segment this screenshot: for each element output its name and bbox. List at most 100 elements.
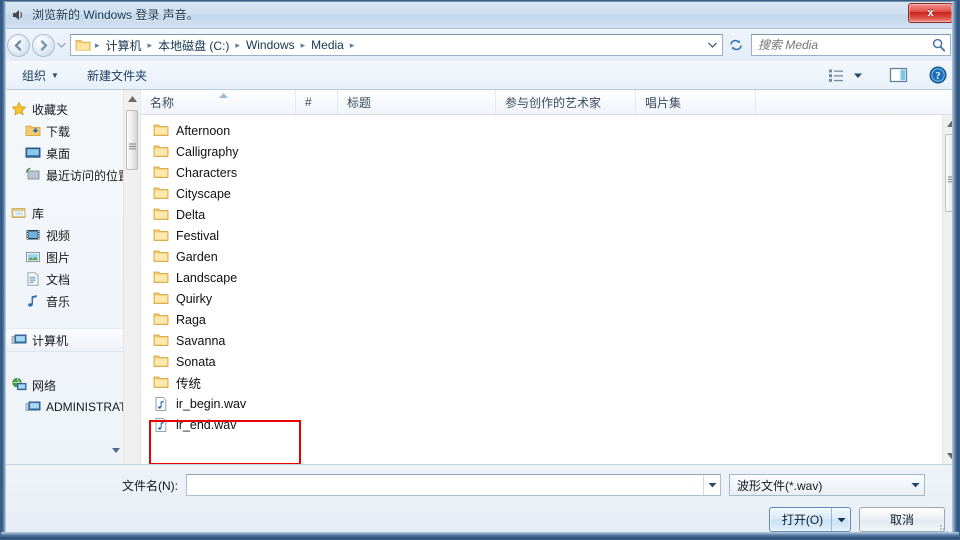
list-item[interactable]: Quirky <box>141 288 959 309</box>
sidebar-item-recent-places[interactable]: 最近访问的位置 <box>1 164 140 186</box>
close-button[interactable]: x <box>908 3 953 23</box>
filename-input[interactable] <box>187 478 703 492</box>
folder-icon <box>153 333 169 349</box>
sidebar-scrollbar[interactable] <box>123 90 140 464</box>
sidebar-item-administrator[interactable]: ADMINISTRATO <box>1 396 140 418</box>
list-item[interactable]: Savanna <box>141 330 959 351</box>
column-header-blank[interactable] <box>756 90 959 114</box>
sidebar-item-music[interactable]: 音乐 <box>1 290 140 312</box>
download-folder-icon <box>25 123 41 139</box>
list-item[interactable]: ir_begin.wav <box>141 393 959 414</box>
open-dropdown-chevron-down-icon[interactable] <box>831 508 850 531</box>
filename-dropdown-chevron-down-icon[interactable] <box>703 475 720 495</box>
search-input[interactable] <box>758 38 931 52</box>
file-name: Cityscape <box>176 186 231 201</box>
column-header-contributing-artists[interactable]: 参与创作的艺术家 <box>496 90 636 114</box>
view-list-icon[interactable] <box>823 64 849 86</box>
column-header-album[interactable]: 唱片集 <box>636 90 756 114</box>
address-dropdown-chevron-down-icon[interactable] <box>704 35 720 55</box>
list-item[interactable]: Garden <box>141 246 959 267</box>
back-button[interactable] <box>7 33 30 57</box>
list-item[interactable]: Sonata <box>141 351 959 372</box>
sidebar-item-computer[interactable]: 计算机 <box>1 328 140 352</box>
filename-combobox[interactable] <box>186 474 721 496</box>
sidebar-expand-chevron-down-icon[interactable] <box>112 446 120 455</box>
folder-icon <box>153 144 169 160</box>
file-type-filter-combobox[interactable]: 波形文件(*.wav) <box>729 474 925 496</box>
column-header-name[interactable]: 名称 <box>141 90 296 114</box>
sidebar-divider <box>1 352 140 374</box>
sidebar-item-libraries[interactable]: 库 <box>1 202 140 224</box>
sidebar-item-documents[interactable]: 文档 <box>1 268 140 290</box>
list-item[interactable]: ir_end.wav <box>141 414 959 435</box>
folder-icon <box>153 186 169 202</box>
sidebar-group-libraries: 库 视频 图片 文档 音乐 <box>1 202 140 312</box>
breadcrumb-item-0[interactable]: 计算机 <box>102 36 146 55</box>
breadcrumb-item-3[interactable]: Media <box>307 37 348 53</box>
sidebar-scrollbar-thumb[interactable] <box>126 110 138 170</box>
refresh-icon[interactable] <box>725 34 747 56</box>
sidebar-item-videos[interactable]: 视频 <box>1 224 140 246</box>
filename-label: 文件名(N): <box>122 478 178 493</box>
organize-button[interactable]: 组织 ▼ <box>15 64 66 87</box>
file-list: Afternoon Calligraphy Characters Citysca… <box>141 115 959 435</box>
navigation-pane: 收藏夹 下载 桌面 最近访问的位置 库 视频 图片 文档 音乐 计算机 网络 A… <box>1 90 141 464</box>
file-name: Festival <box>176 228 220 243</box>
dialog-body: 收藏夹 下载 桌面 最近访问的位置 库 视频 图片 文档 音乐 计算机 网络 A… <box>1 90 959 464</box>
file-name: 传统 <box>176 377 202 391</box>
sidebar-group-favorites: 收藏夹 下载 桌面 最近访问的位置 <box>1 98 140 186</box>
open-button[interactable]: 打开(O) <box>769 507 851 532</box>
file-name: Raga <box>176 312 206 327</box>
list-item[interactable]: Afternoon <box>141 120 959 141</box>
list-item[interactable]: Characters <box>141 162 959 183</box>
file-name: Calligraphy <box>176 144 239 159</box>
computer-icon <box>11 332 27 348</box>
list-item[interactable]: Cityscape <box>141 183 959 204</box>
breadcrumb-item-1[interactable]: 本地磁盘 (C:) <box>154 36 233 55</box>
list-item[interactable]: Festival <box>141 225 959 246</box>
view-dropdown-chevron-down-icon[interactable] <box>849 64 867 86</box>
list-item[interactable]: 传统 <box>141 372 959 393</box>
folder-icon <box>153 123 169 139</box>
search-box[interactable] <box>751 34 951 56</box>
sidebar-label: 收藏夹 <box>32 102 69 117</box>
filename-row: 文件名(N): 波形文件(*.wav) <box>1 473 947 497</box>
list-item[interactable]: Delta <box>141 204 959 225</box>
history-dropdown-chevron-down-icon[interactable] <box>55 35 67 55</box>
preview-pane-icon[interactable] <box>885 64 911 86</box>
help-icon[interactable]: ? <box>925 64 951 86</box>
file-name: Afternoon <box>176 123 231 138</box>
folder-icon <box>153 312 169 328</box>
column-header-track-number[interactable]: # <box>296 90 338 114</box>
file-name: Landscape <box>176 270 238 285</box>
new-folder-button[interactable]: 新建文件夹 <box>80 64 154 87</box>
breadcrumb-item-2[interactable]: Windows <box>242 37 299 53</box>
search-icon <box>931 37 947 53</box>
breadcrumb-separator: ▸ <box>349 39 355 50</box>
column-header-title[interactable]: 标题 <box>338 90 496 114</box>
list-item[interactable]: Raga <box>141 309 959 330</box>
file-list-scroll-area: Afternoon Calligraphy Characters Citysca… <box>141 115 959 464</box>
column-label: # <box>305 95 312 109</box>
list-item[interactable]: Calligraphy <box>141 141 959 162</box>
speaker-icon <box>10 7 26 23</box>
organize-label: 组织 <box>22 68 47 83</box>
sidebar-label: 图片 <box>46 250 71 265</box>
sidebar-item-downloads[interactable]: 下载 <box>1 120 140 142</box>
sidebar-item-desktop[interactable]: 桌面 <box>1 142 140 164</box>
sidebar-item-favorites[interactable]: 收藏夹 <box>1 98 140 120</box>
file-name: Characters <box>176 165 238 180</box>
sidebar-item-network[interactable]: 网络 <box>1 374 140 396</box>
sidebar-item-pictures[interactable]: 图片 <box>1 246 140 268</box>
sidebar-label: 文档 <box>46 272 71 287</box>
file-name: Quirky <box>176 291 213 306</box>
cancel-button[interactable]: 取消 <box>859 507 945 532</box>
address-bar[interactable]: ▸ 计算机 ▸ 本地磁盘 (C:) ▸ Windows ▸ Media ▸ <box>70 34 723 56</box>
list-item[interactable]: Landscape <box>141 267 959 288</box>
recent-places-icon <box>25 167 41 183</box>
scroll-up-icon[interactable] <box>124 90 140 107</box>
sidebar-divider <box>1 188 140 202</box>
file-type-filter-chevron-down-icon[interactable] <box>906 482 924 488</box>
file-open-dialog: 浏览新的 Windows 登录 声音。 x ▸ 计算机 ▸ 本地磁盘 (C:) … <box>0 0 960 540</box>
forward-button[interactable] <box>32 33 55 57</box>
